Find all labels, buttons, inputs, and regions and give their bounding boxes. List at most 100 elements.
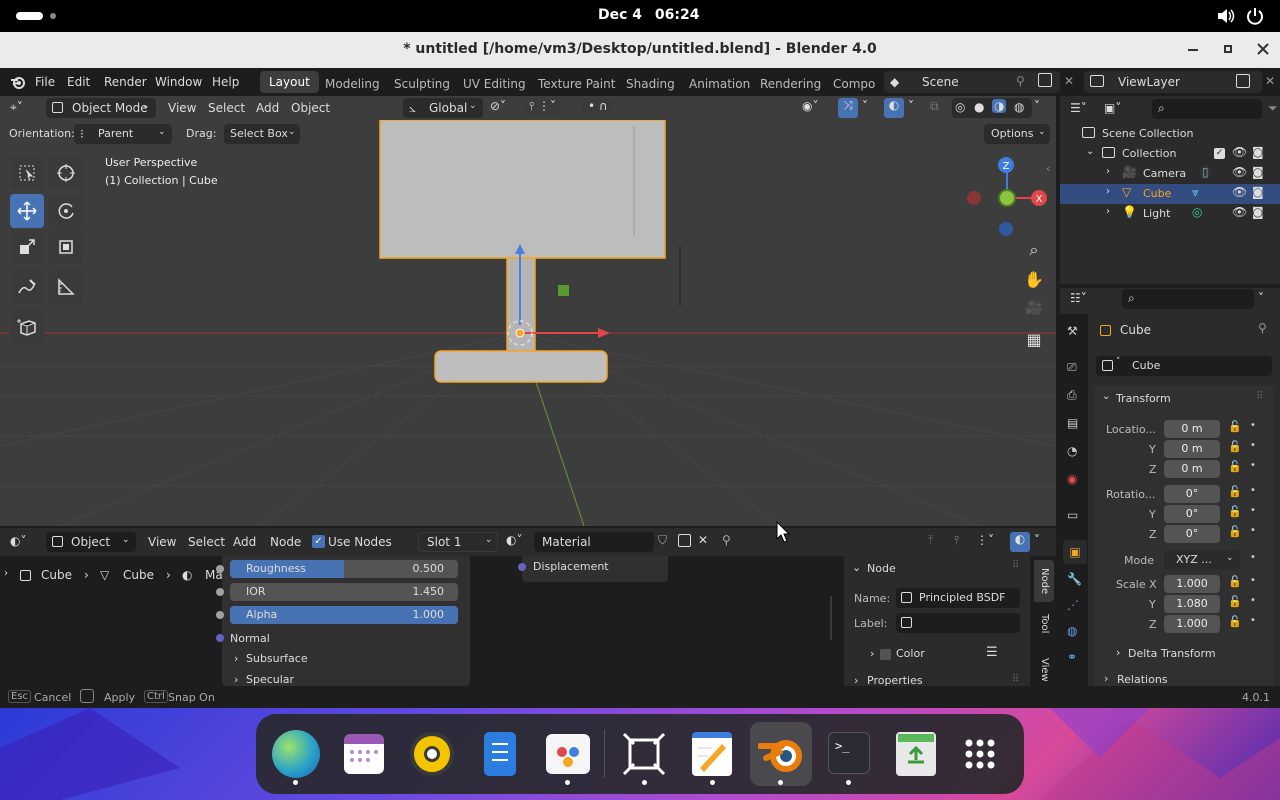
eye-icon[interactable]: 👁: [1232, 145, 1247, 159]
pin-icon[interactable]: ⚲: [1016, 74, 1025, 88]
socket-displacement[interactable]: [518, 563, 526, 571]
scale-y-field[interactable]: 1.080: [1164, 595, 1220, 613]
chevron-down-icon[interactable]: ˅: [862, 99, 868, 113]
ior-field[interactable]: IOR 1.450: [230, 583, 458, 601]
viewport-menu-object[interactable]: Object: [291, 101, 330, 115]
add-cube-tool-icon[interactable]: [10, 310, 44, 344]
output-tab-icon[interactable]: ⎙: [1067, 388, 1077, 403]
scene-selector[interactable]: ◆ Scene ⚲: [884, 71, 1060, 93]
chevron-right-icon[interactable]: ›: [234, 652, 238, 665]
rhythmbox-icon[interactable]: [410, 732, 454, 776]
fake-user-shield-icon[interactable]: ⛉: [658, 533, 667, 548]
rotation-y-field[interactable]: 0°: [1164, 505, 1220, 523]
chevron-right-icon[interactable]: ›: [1106, 186, 1110, 197]
rendered-shading-icon[interactable]: ◍: [1014, 100, 1024, 114]
mode-dropdown[interactable]: Object Mode ⌄: [46, 98, 156, 118]
modifier-tab-icon[interactable]: 🔧: [1067, 572, 1082, 586]
alpha-slider[interactable]: Alpha 1.000: [230, 606, 458, 624]
exclude-checkbox[interactable]: ✓: [1214, 148, 1225, 159]
annotate-tool-icon[interactable]: [10, 270, 44, 304]
tab-view[interactable]: View: [1034, 652, 1054, 686]
location-z-field[interactable]: 0 m: [1164, 460, 1220, 478]
eye-icon[interactable]: 👁: [1232, 205, 1247, 219]
screenshot-icon[interactable]: [622, 732, 666, 776]
camera-render-icon[interactable]: ◙: [1252, 185, 1264, 199]
perspective-toggle-icon[interactable]: ▦: [1020, 330, 1048, 358]
material-browse-icon[interactable]: ◐˅: [506, 533, 522, 547]
chevron-right-icon[interactable]: ›: [234, 673, 238, 686]
snap-icon[interactable]: ⫯ ⋮˅: [525, 99, 561, 114]
node-menu-view[interactable]: View: [148, 535, 176, 549]
node-editor-canvas[interactable]: › Cube › ▽ Cube › ◐ Material Roughness 0…: [0, 556, 1056, 687]
clock[interactable]: Dec 4 06:24: [598, 7, 699, 23]
location-x-field[interactable]: 0 m: [1164, 420, 1220, 438]
snap-toggle-icon[interactable]: ⫯: [954, 533, 959, 548]
lock-icon[interactable]: 🔓: [1228, 615, 1242, 628]
viewport-menu-add[interactable]: Add: [256, 101, 279, 115]
chevron-down-icon[interactable]: ˅: [908, 99, 914, 113]
keyframe-dot[interactable]: •: [1250, 575, 1256, 586]
drag-dropdown[interactable]: Select Box ⌄: [224, 124, 300, 144]
color-panel[interactable]: Color: [896, 647, 925, 660]
lock-icon[interactable]: 🔓: [1228, 595, 1242, 608]
software-center-icon[interactable]: [546, 734, 590, 774]
menu-render[interactable]: Render: [104, 75, 147, 89]
socket-normal[interactable]: [216, 634, 224, 642]
outliner-row-cube[interactable]: › ▽ Cube ⩔ 👁 ◙: [1060, 184, 1280, 204]
shader-type-dropdown[interactable]: Object ⌄: [46, 532, 136, 552]
gizmo-toggle-icon[interactable]: ⤨: [838, 98, 858, 118]
camera-render-icon[interactable]: ◙: [1252, 165, 1264, 179]
new-viewlayer-icon[interactable]: [1236, 74, 1250, 88]
orientation-dropdown[interactable]: ⁝ Parent ⌄: [74, 124, 172, 144]
menu-file[interactable]: File: [35, 75, 55, 89]
chevron-down-icon[interactable]: ⌄: [1086, 146, 1094, 157]
subsurface-panel[interactable]: Subsurface: [246, 652, 308, 665]
3d-viewport[interactable]: ⌖˅ Object Mode ⌄ View Select Add Object …: [0, 96, 1056, 526]
overlay-toggle-icon[interactable]: ◐: [1010, 532, 1030, 552]
relations-panel[interactable]: › Relations: [1094, 670, 1274, 686]
particles-tab-icon[interactable]: ⋰: [1067, 598, 1079, 612]
editor-type-icon[interactable]: ☰˅: [1070, 101, 1087, 115]
minimize-button[interactable]: [1188, 49, 1198, 51]
lock-icon[interactable]: 🔓: [1228, 525, 1242, 538]
keyframe-dot[interactable]: •: [1250, 505, 1256, 516]
text-editor-icon[interactable]: [484, 732, 516, 776]
overlay-toggle-icon[interactable]: ◐: [884, 98, 904, 118]
scale-z-field[interactable]: 1.000: [1164, 615, 1220, 633]
filter-icon[interactable]: ⏷: [1268, 101, 1278, 116]
object-tab-icon[interactable]: ▣: [1063, 540, 1087, 564]
menu-help[interactable]: Help: [212, 75, 239, 89]
activities-indicator[interactable]: [16, 12, 43, 20]
properties-search[interactable]: ⌕: [1122, 289, 1254, 309]
location-y-field[interactable]: 0 m: [1164, 440, 1220, 458]
rotation-x-field[interactable]: 0°: [1164, 485, 1220, 503]
delta-transform-panel[interactable]: Delta Transform: [1128, 647, 1216, 660]
remove-viewlayer-icon[interactable]: ✕: [1265, 74, 1275, 88]
keyframe-dot[interactable]: •: [1250, 440, 1256, 451]
node-menu-select[interactable]: Select: [188, 535, 225, 549]
roughness-slider[interactable]: Roughness 0.500: [230, 560, 458, 578]
notes-icon[interactable]: [692, 732, 732, 776]
rotation-mode-dropdown[interactable]: XYZ ... ⌄: [1164, 550, 1240, 570]
chevron-down-icon[interactable]: ⌄: [852, 561, 861, 574]
drag-handle-icon[interactable]: ⠿: [1256, 391, 1263, 402]
editor-type-icon[interactable]: ⌖˅: [10, 100, 23, 115]
menu-edit[interactable]: Edit: [67, 75, 90, 89]
render-tab-icon[interactable]: ⎚: [1067, 360, 1077, 375]
physics-tab-icon[interactable]: ◍: [1067, 624, 1077, 638]
keyframe-dot[interactable]: •: [1250, 615, 1256, 626]
terminal-icon[interactable]: >_: [828, 732, 870, 774]
tab-tool[interactable]: Tool: [1034, 606, 1054, 648]
socket-ior[interactable]: [216, 588, 224, 596]
lock-icon[interactable]: 🔓: [1228, 440, 1242, 453]
pin-icon[interactable]: ⚲: [722, 533, 731, 547]
chevron-down-icon[interactable]: ⌄: [1102, 391, 1110, 402]
tab-node[interactable]: Node: [1034, 560, 1054, 602]
maximize-button[interactable]: [1224, 45, 1232, 53]
display-mode-icon[interactable]: ▣˅: [1104, 101, 1121, 115]
camera-render-icon[interactable]: ◙: [1252, 205, 1264, 219]
material-field[interactable]: Material: [534, 532, 654, 552]
solid-shading-icon[interactable]: ●: [974, 100, 984, 114]
lock-icon[interactable]: 🔓: [1228, 420, 1242, 433]
keyframe-dot[interactable]: •: [1250, 595, 1256, 606]
